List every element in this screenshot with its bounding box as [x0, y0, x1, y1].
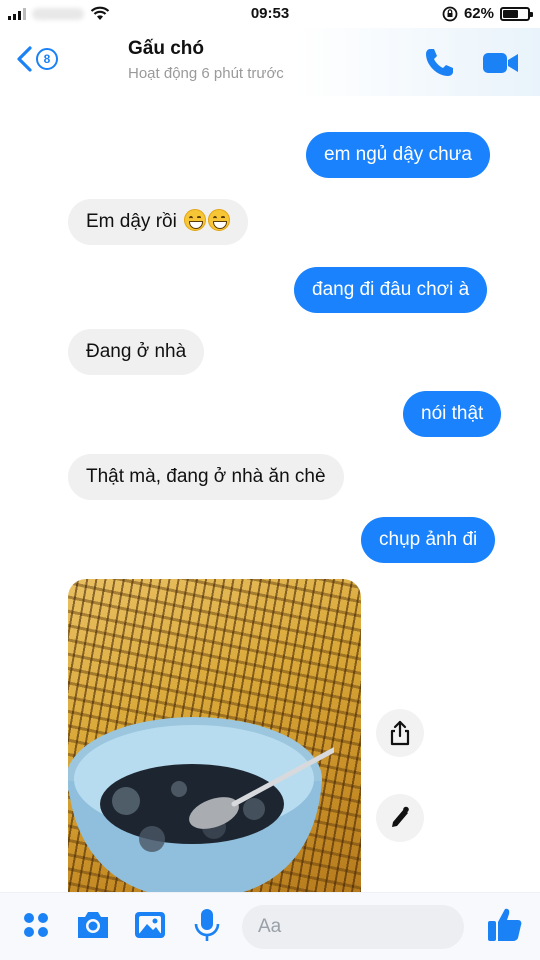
camera-icon[interactable] — [75, 907, 111, 943]
edit-button[interactable] — [376, 794, 424, 842]
message-composer[interactable] — [242, 905, 464, 949]
status-right: 62% — [442, 5, 533, 22]
contact-active-status: Hoạt động 6 phút trước — [128, 65, 284, 82]
message-input[interactable] — [258, 905, 408, 949]
status-bar: 09:53 62% — [0, 0, 540, 28]
message-text: Em dậy rồi — [86, 211, 177, 232]
message-bubble-incoming[interactable]: Đang ở nhà — [68, 329, 205, 375]
message-bubble-outgoing[interactable]: chụp ảnh đi — [361, 517, 496, 563]
message-bubble-incoming[interactable]: Thật mà, đang ở nhà ăn chè — [68, 454, 344, 500]
message-bubble-incoming[interactable]: Em dậy rồi — [68, 199, 249, 245]
grinning-face-icon — [184, 209, 207, 231]
video-call-icon[interactable] — [482, 48, 520, 78]
battery-fill — [503, 9, 518, 18]
grinning-face-icon — [208, 209, 231, 231]
contact-name[interactable]: Gấu chó — [128, 38, 204, 60]
unread-count-badge: 8 — [36, 48, 58, 70]
gallery-icon[interactable] — [132, 907, 168, 943]
share-icon — [390, 720, 410, 746]
message-bubble-outgoing[interactable]: đang đi đâu chơi à — [294, 267, 488, 313]
share-button[interactable] — [376, 709, 424, 757]
microphone-icon[interactable] — [189, 907, 225, 943]
message-text: Đang ở nhà — [86, 341, 187, 362]
conversation-header: 8 Gấu chó Hoạt động 6 phút trước — [0, 28, 540, 96]
thumbs-up-icon[interactable] — [486, 905, 524, 943]
phone-call-icon[interactable] — [422, 46, 456, 80]
message-text: đang đi đâu chơi à — [312, 279, 470, 300]
photo-message[interactable] — [68, 579, 361, 899]
message-text: nói thật — [421, 403, 484, 424]
edit-icon — [392, 806, 409, 827]
message-text: em ngủ dậy chưa — [324, 144, 472, 165]
more-apps-icon[interactable] — [18, 907, 54, 943]
message-bubble-outgoing[interactable]: em ngủ dậy chưa — [306, 132, 490, 178]
message-text: chụp ảnh đi — [379, 529, 478, 550]
message-bubble-outgoing[interactable]: nói thật — [403, 391, 502, 437]
battery-icon — [500, 6, 533, 21]
message-text: Thật mà, đang ở nhà ăn chè — [86, 466, 326, 487]
battery-percent: 62% — [463, 5, 494, 22]
back-button[interactable]: 8 — [12, 44, 58, 74]
rotation-lock-icon — [442, 6, 458, 21]
bowl-of-che-photo — [68, 717, 334, 899]
